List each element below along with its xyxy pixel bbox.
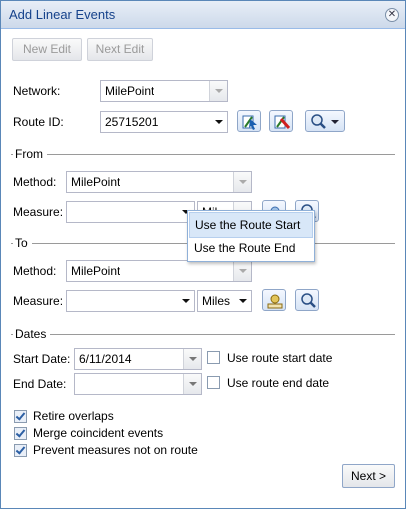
- from-method-select[interactable]: MilePoint: [66, 171, 252, 193]
- to-locate-button[interactable]: [295, 289, 319, 311]
- network-select[interactable]: MilePoint: [100, 80, 228, 102]
- use-route-end-date-label: Use route end date: [227, 376, 330, 390]
- to-method-label: Method:: [13, 264, 57, 278]
- search-icon: [311, 114, 339, 129]
- network-label: Network:: [13, 84, 61, 98]
- menu-item-use-route-start[interactable]: Use the Route Start: [189, 212, 313, 238]
- use-route-start-date-label: Use route start date: [227, 351, 333, 365]
- dates-section-title: Dates: [13, 327, 51, 341]
- from-method-value: MilePoint: [71, 175, 121, 189]
- next-button[interactable]: Next >: [342, 464, 395, 488]
- route-id-select[interactable]: 25715201: [100, 111, 228, 133]
- to-measure-input[interactable]: [66, 290, 195, 312]
- merge-coincident-checkbox[interactable]: [14, 427, 27, 440]
- from-section-title: From: [13, 147, 47, 161]
- use-route-start-date-checkbox[interactable]: [207, 351, 220, 364]
- select-route-on-map-button[interactable]: [237, 110, 261, 132]
- menu-item-use-route-end[interactable]: Use the Route End: [188, 236, 314, 260]
- title-bar[interactable]: Add Linear Events ✕: [1, 1, 405, 29]
- route-clear-icon: [274, 115, 291, 129]
- ruler-icon: [267, 294, 283, 309]
- next-edit-button[interactable]: Next Edit: [87, 38, 153, 61]
- route-search-menu-button[interactable]: [305, 110, 345, 132]
- prevent-measures-checkbox[interactable]: [14, 444, 27, 457]
- to-units-select[interactable]: Miles: [197, 290, 252, 312]
- chevron-down-icon[interactable]: [233, 172, 251, 192]
- use-route-end-date-checkbox[interactable]: [207, 376, 220, 389]
- to-units-value: Miles: [202, 294, 231, 308]
- route-id-label: Route ID:: [13, 115, 64, 129]
- from-method-label: Method:: [13, 175, 57, 189]
- to-method-value: MilePoint: [71, 264, 121, 278]
- chevron-down-icon[interactable]: [233, 261, 251, 281]
- route-select-icon: [242, 115, 257, 130]
- dates-section-header: Dates: [11, 327, 395, 341]
- from-section-header: From: [11, 147, 395, 161]
- start-date-label: Start Date:: [13, 352, 71, 366]
- chevron-down-icon[interactable]: [177, 291, 194, 311]
- retire-overlaps-checkbox[interactable]: [14, 410, 27, 423]
- from-measure-input[interactable]: [66, 201, 195, 223]
- route-id-value: 25715201: [105, 115, 159, 129]
- close-icon[interactable]: ✕: [385, 8, 399, 22]
- end-date-field[interactable]: [74, 373, 202, 395]
- start-date-value: 6/11/2014: [79, 352, 132, 366]
- start-date-field[interactable]: 6/11/2014: [74, 348, 202, 370]
- window-title: Add Linear Events: [9, 7, 116, 22]
- to-measure-label: Measure:: [13, 294, 64, 308]
- add-linear-events-window: Add Linear Events ✕ New Edit Next Edit N…: [0, 0, 406, 509]
- chevron-down-icon[interactable]: [234, 291, 251, 311]
- chevron-down-icon[interactable]: [209, 81, 227, 101]
- from-measure-label: Measure:: [13, 205, 64, 219]
- to-pick-measure-button[interactable]: [262, 289, 286, 311]
- chevron-down-icon[interactable]: [210, 112, 227, 132]
- prevent-measures-label: Prevent measures not on route: [33, 443, 198, 457]
- measure-dropdown-menu: Use the Route Start Use the Route End: [187, 210, 315, 262]
- to-section-title: To: [13, 236, 32, 250]
- chevron-down-icon[interactable]: [183, 374, 201, 394]
- network-value: MilePoint: [105, 84, 155, 98]
- clear-route-button[interactable]: [269, 110, 293, 132]
- retire-overlaps-label: Retire overlaps: [33, 409, 114, 423]
- to-method-select[interactable]: MilePoint: [66, 260, 252, 282]
- chevron-down-icon[interactable]: [183, 349, 201, 369]
- merge-coincident-label: Merge coincident events: [33, 426, 164, 440]
- end-date-label: End Date:: [13, 377, 67, 391]
- new-edit-button[interactable]: New Edit: [12, 38, 82, 61]
- search-icon: [301, 293, 316, 308]
